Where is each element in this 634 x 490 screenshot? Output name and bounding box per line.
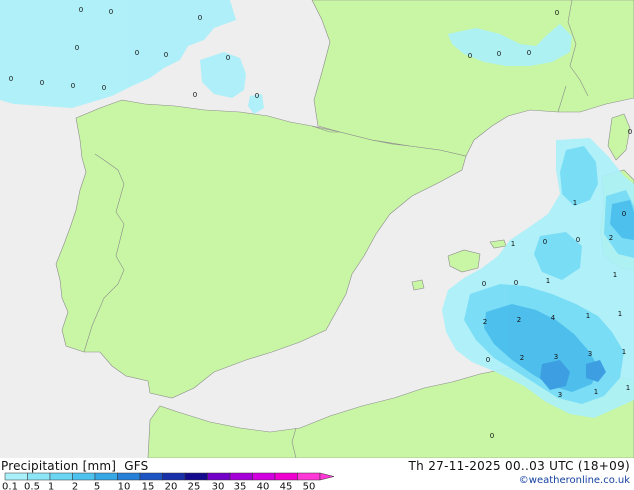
value-label: 2 [520, 354, 524, 362]
value-label: 0 [486, 356, 490, 364]
value-label: 0 [226, 54, 230, 62]
value-label: 0 [555, 9, 559, 17]
legend-arrow [319, 472, 335, 481]
value-label: 0 [40, 79, 44, 87]
value-label: 0 [71, 82, 75, 90]
value-label: 0 [164, 51, 168, 59]
legend-tick-label: 35 [234, 482, 247, 490]
legend-tick-label: 0.1 [2, 482, 18, 490]
legend-swatch [252, 472, 276, 481]
value-label: 1 [613, 271, 617, 279]
legend-tick-label: 40 [257, 482, 270, 490]
legend-tick-label: 10 [118, 482, 131, 490]
value-label: 1 [573, 199, 577, 207]
value-label: 3 [554, 353, 558, 361]
value-label: 0 [75, 44, 79, 52]
value-label: 1 [546, 277, 550, 285]
legend-swatch [49, 472, 73, 481]
valid-time: Th 27-11-2025 00..03 UTC (18+09) [408, 459, 630, 473]
legend-tick-label: 50 [303, 482, 316, 490]
value-label: 0 [102, 84, 106, 92]
value-label: 0 [497, 50, 501, 58]
legend-swatch [162, 472, 186, 481]
value-label: 4 [551, 314, 556, 322]
legend-tick-label: 20 [165, 482, 178, 490]
map-title: Precipitation [mm] GFS [1, 459, 149, 473]
legend-tick-label: 25 [188, 482, 201, 490]
precipitation-map: 0 0 0 0 0 0 0 0 0 0 0 0 0 0 0 0 0 0 1 0 … [0, 0, 634, 458]
value-label: 0 [576, 236, 580, 244]
value-label: 0 [193, 91, 197, 99]
legend-tick-label: 30 [212, 482, 225, 490]
value-label: 1 [511, 240, 515, 248]
value-label: 0 [135, 49, 139, 57]
ibiza [411, 279, 425, 291]
value-label: 2 [609, 234, 613, 242]
value-label: 0 [622, 210, 626, 218]
value-label: 1 [622, 348, 626, 356]
value-label: 1 [594, 388, 598, 396]
value-label: 0 [527, 49, 531, 57]
value-label: 0 [9, 75, 13, 83]
value-label: 2 [483, 318, 487, 326]
legend-swatch [207, 472, 231, 481]
value-label: 0 [468, 52, 472, 60]
legend-tick-label: 2 [72, 482, 78, 490]
value-label: 0 [628, 128, 632, 136]
value-label: 1 [618, 310, 622, 318]
value-label: 1 [586, 312, 590, 320]
legend-swatch [139, 472, 163, 481]
legend-swatch [72, 472, 96, 481]
value-label: 0 [79, 6, 83, 14]
value-label: 0 [514, 279, 518, 287]
copyright-link[interactable]: ©weatheronline.co.uk [519, 475, 630, 486]
legend-tick-label: 5 [94, 482, 100, 490]
value-label: 3 [558, 391, 562, 399]
legend-swatch [274, 472, 298, 481]
legend-tick-label: 45 [280, 482, 293, 490]
legend-swatch [4, 472, 28, 481]
value-label: 0 [109, 8, 113, 16]
legend-swatch [27, 472, 51, 481]
legend-swatch [229, 472, 253, 481]
legend-swatch [184, 472, 208, 481]
value-label: 2 [517, 316, 521, 324]
legend-tick-label: 1 [48, 482, 54, 490]
legend-tick-label: 15 [142, 482, 155, 490]
legend-swatch [94, 472, 118, 481]
legend-tick-label: 0.5 [24, 482, 40, 490]
value-label: 0 [490, 432, 494, 440]
legend-swatch [117, 472, 141, 481]
value-label: 1 [626, 384, 630, 392]
precip-legend: 0.1 0.5 1 2 5 10 15 20 25 30 35 40 45 50 [2, 472, 335, 490]
value-label: 0 [482, 280, 486, 288]
legend-swatch [297, 472, 321, 481]
value-label: 0 [543, 238, 547, 246]
value-label: 0 [255, 92, 259, 100]
value-label: 0 [198, 14, 202, 22]
value-label: 3 [588, 350, 592, 358]
